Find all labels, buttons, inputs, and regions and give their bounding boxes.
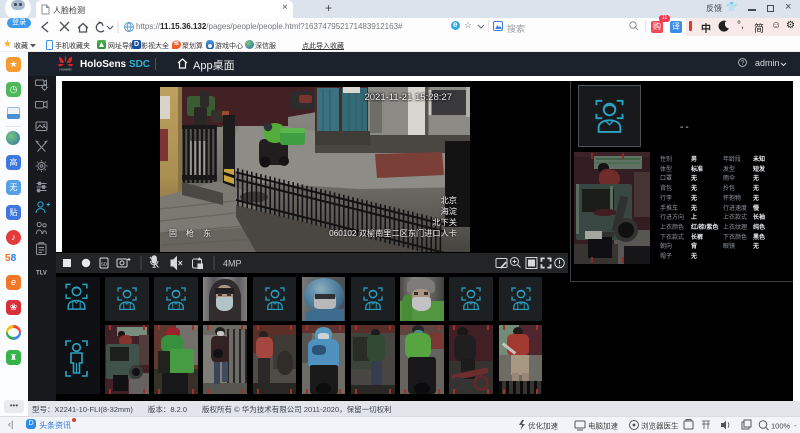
svg-text:-: - [794, 421, 797, 430]
svg-text:HUAWEI: HUAWEI [60, 68, 72, 72]
svg-text:电脑加速: 电脑加速 [588, 421, 618, 431]
svg-text:TLV: TLV [36, 271, 47, 277]
svg-text:4MP: 4MP [223, 259, 242, 269]
svg-text:浏览器医生: 浏览器医生 [641, 421, 679, 431]
svg-text:优化加速: 优化加速 [528, 421, 558, 431]
svg-text:SD: SD [101, 262, 108, 267]
svg-text:100%: 100% [771, 422, 791, 431]
